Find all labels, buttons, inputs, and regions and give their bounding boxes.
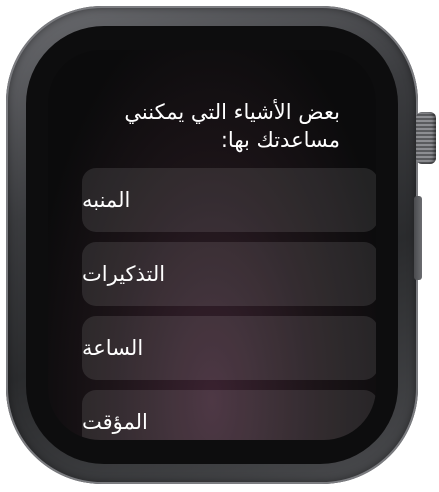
siri-prompt-text: بعض الأشياء التي يمكنني مساعدتك بها: — [124, 100, 340, 152]
screenshot-stage: بعض الأشياء التي يمكنني مساعدتك بها: الم… — [0, 0, 439, 492]
suggestion-item-clock[interactable]: الساعة — [82, 316, 376, 380]
suggestion-label: التذكيرات — [82, 262, 166, 286]
watch-case: بعض الأشياء التي يمكنني مساعدتك بها: الم… — [6, 6, 418, 484]
suggestion-label: المنبه — [82, 188, 131, 212]
watch-bezel: بعض الأشياء التي يمكنني مساعدتك بها: الم… — [26, 26, 398, 464]
suggestion-label: المؤقت — [82, 410, 148, 434]
suggestion-item-alarm[interactable]: المنبه — [82, 168, 376, 232]
watch-screen: بعض الأشياء التي يمكنني مساعدتك بها: الم… — [48, 50, 376, 440]
suggestion-item-timer[interactable]: المؤقت — [82, 390, 376, 440]
suggestion-label: الساعة — [82, 336, 144, 360]
suggestion-list: المنبه التذكيرات الساعة المؤقت — [82, 168, 376, 440]
suggestion-item-reminders[interactable]: التذكيرات — [82, 242, 376, 306]
digital-crown[interactable] — [416, 112, 436, 164]
side-button[interactable] — [414, 196, 422, 280]
